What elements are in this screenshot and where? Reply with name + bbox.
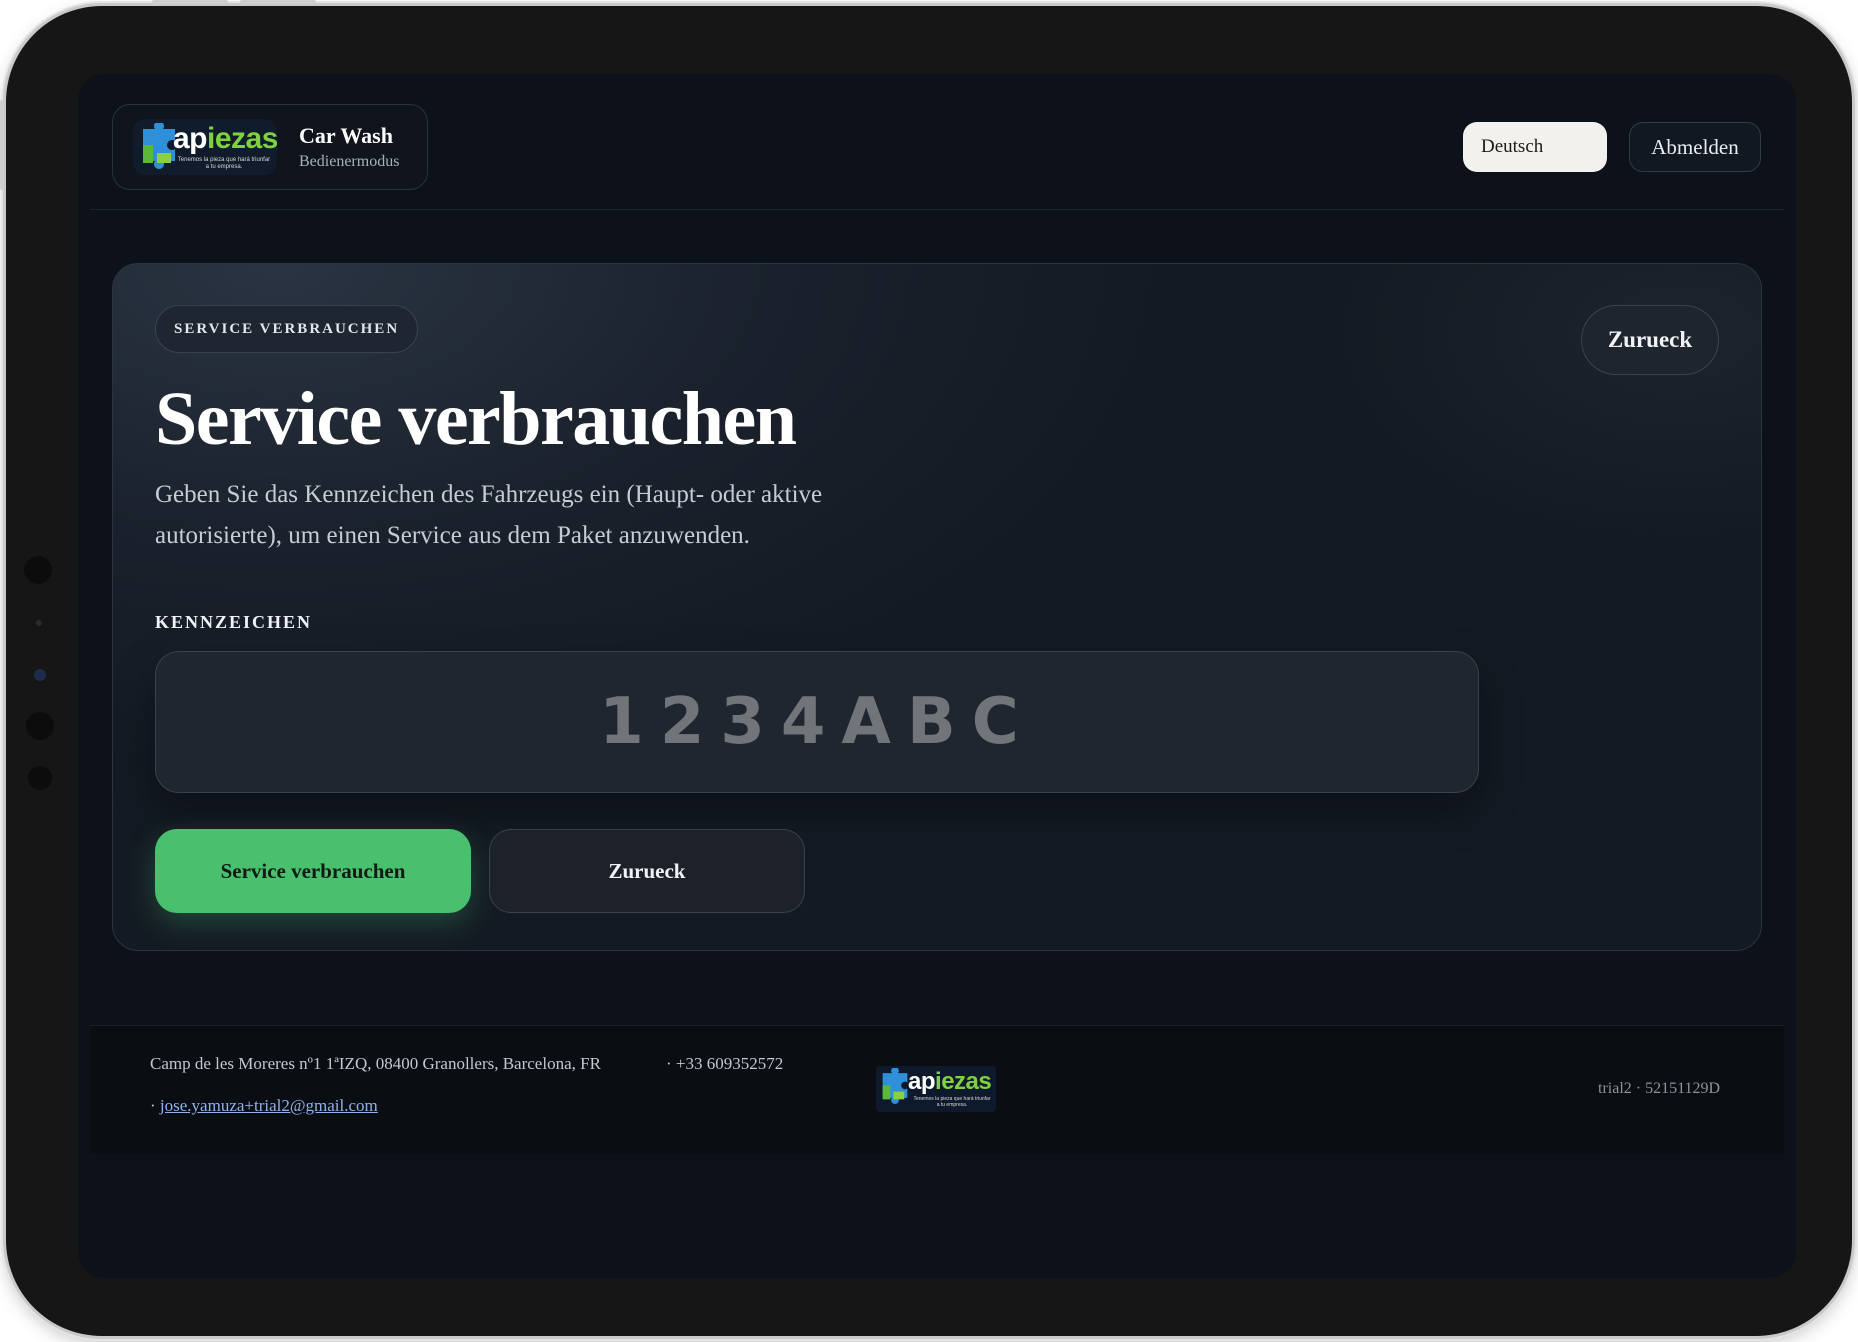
logo-wordmark: apiezas [173, 122, 277, 155]
sensor-dot [36, 620, 42, 626]
brand-block[interactable]: apiezas Tenemos la pieza que hará triunf… [112, 104, 428, 190]
camera-dot [24, 556, 52, 584]
logo-tagline: Tenemos la pieza que hará triunfar a tu … [177, 157, 271, 170]
back-button[interactable]: Zurueck [489, 829, 805, 913]
section-badge: SERVICE VERBRAUCHEN [155, 305, 419, 353]
footer-logo: apiezas Tenemos la pieza que hará triunf… [876, 1066, 996, 1112]
tablet-frame: apiezas Tenemos la pieza que hará triunf… [6, 6, 1852, 1336]
side-button [0, 100, 4, 190]
back-button-top[interactable]: Zurueck [1581, 305, 1719, 375]
brand-title: Car Wash [299, 123, 393, 148]
footer-email-link[interactable]: jose.yamuza+trial2@gmail.com [160, 1096, 378, 1115]
plate-field-label: KENNZEICHEN [155, 612, 313, 632]
top-button [240, 0, 316, 4]
sensor-dot [28, 766, 52, 790]
page-description: Geben Sie das Kennzeichen des Fahrzeugs … [155, 481, 823, 549]
page-title: Service verbrauchen [155, 377, 797, 461]
app-screen: apiezas Tenemos la pieza que hará triunf… [78, 74, 1796, 1278]
plate-input[interactable] [155, 651, 1479, 793]
footer-separator: · [150, 1096, 156, 1115]
brand-subtitle: Bedienermodus [299, 153, 400, 170]
puzzle-icon [882, 1068, 908, 1104]
camera-lens [34, 669, 46, 681]
language-select[interactable]: Deutsch [1463, 122, 1607, 172]
sensor-dot [26, 712, 54, 740]
logo-wordmark: apiezas [908, 1068, 992, 1095]
logout-button[interactable]: Abmelden [1629, 122, 1761, 172]
top-button [152, 0, 228, 4]
consume-service-card: SERVICE VERBRAUCHEN Zurueck Service verb… [112, 263, 1762, 951]
footer-phone: · +33 609352572 [666, 1054, 784, 1073]
logo-tagline: Tenemos la pieza que hará triunfar a tu … [913, 1096, 991, 1108]
header-divider [90, 209, 1784, 210]
account-info: trial2 · 52151129D [1598, 1080, 1721, 1097]
apiezas-logo: apiezas Tenemos la pieza que hará triunf… [133, 119, 277, 175]
footer-email-row: · jose.yamuza+trial2@gmail.com [150, 1096, 378, 1116]
consume-service-button[interactable]: Service verbrauchen [155, 829, 471, 913]
footer-address: Camp de les Moreres nº1 1ªIZQ, 08400 Gra… [150, 1054, 601, 1073]
